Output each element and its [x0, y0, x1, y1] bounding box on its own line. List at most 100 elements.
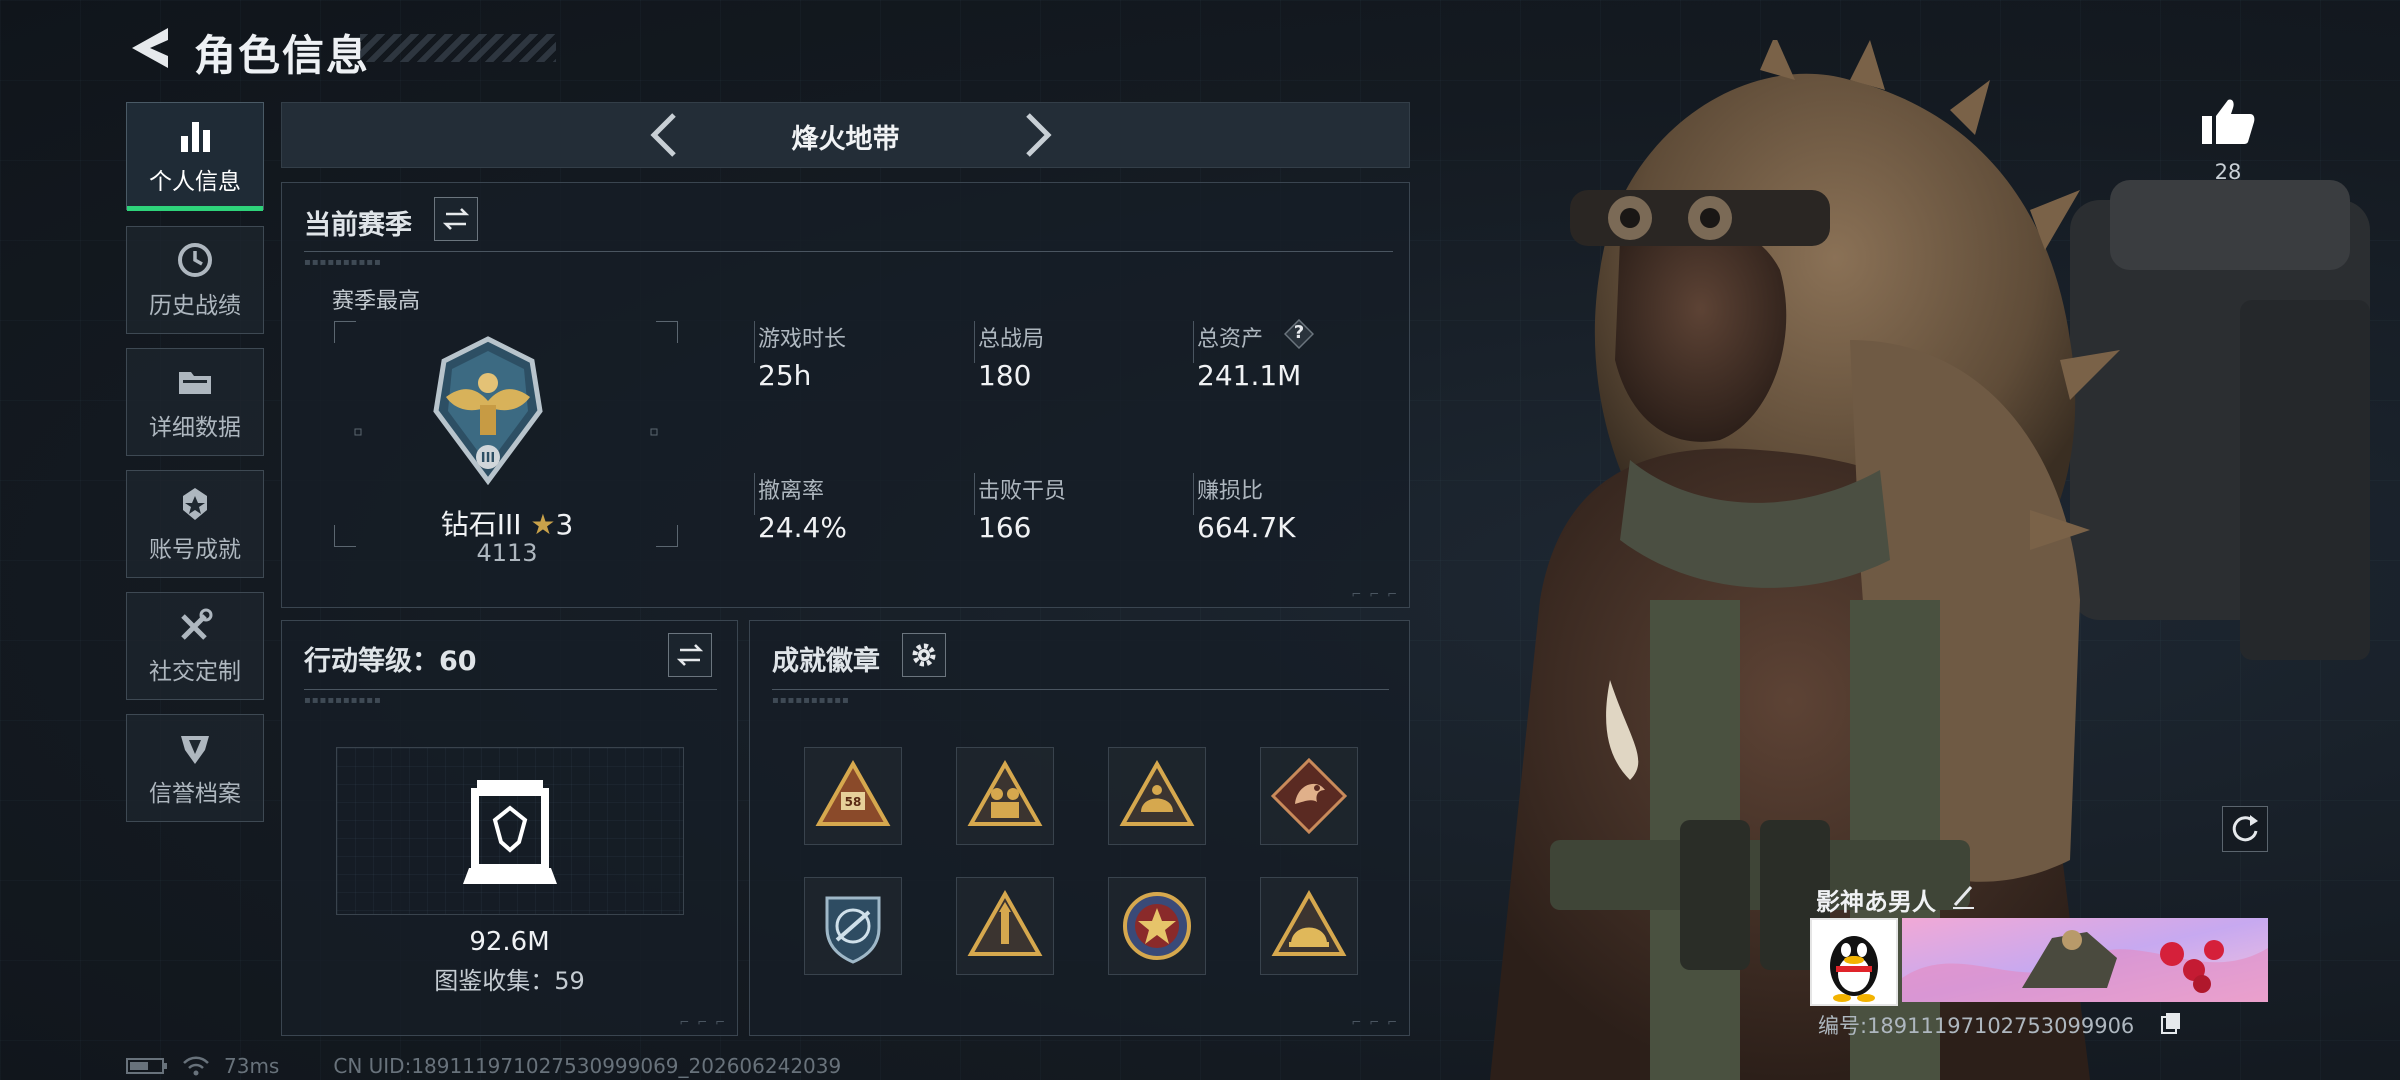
season-switch-button[interactable]: [434, 197, 478, 241]
stat-value: 24.4%: [758, 511, 847, 544]
banner-art-icon: [1902, 918, 2268, 1002]
collection-count: 图鉴收集：59: [434, 967, 585, 995]
title-decoration: [360, 34, 556, 62]
sidebar-item-reputation[interactable]: 信誉档案: [126, 714, 264, 822]
bar-chart-icon: [181, 122, 210, 152]
achievement-badge[interactable]: [956, 747, 1054, 845]
rotate-model-button[interactable]: [2222, 806, 2268, 852]
wrench-tools-icon: [181, 608, 213, 640]
stat-label: 撤离率: [758, 479, 825, 504]
like-count: 28: [2214, 160, 2242, 184]
achievement-badge[interactable]: [1260, 877, 1358, 975]
sidebar-item-detailed-data[interactable]: 详细数据: [126, 348, 264, 456]
badge-settings-button[interactable]: [902, 633, 946, 677]
ping-value: 73ms: [224, 1054, 280, 1078]
rank-name: 钻石III: [440, 508, 522, 541]
page-title: 角色信息: [194, 31, 371, 80]
collection-showcase-icon: [463, 780, 557, 884]
season-panel: 当前赛季 ▪▪▪▪▪▪▪▪▪▪ 赛季最高 III 钻石III ★3 4113 游…: [281, 182, 1410, 608]
sidebar-item-label: 个人信息: [149, 169, 241, 195]
edit-pencil-icon[interactable]: [1950, 882, 1976, 910]
helmet-badge-icon: [1119, 759, 1195, 826]
decorative-text: ▪▪▪▪▪▪▪▪▪▪: [772, 695, 850, 706]
wifi-icon: [183, 1056, 209, 1076]
sidebar-item-personal-info[interactable]: 个人信息: [126, 102, 264, 211]
season-best-label: 赛季最高: [332, 289, 421, 314]
corner-decoration: ⌐ ⌐ ⌐: [1351, 587, 1399, 601]
medal-icon: [183, 488, 207, 520]
status-footer: 73ms CN UID:18911197102753099906​9_20260…: [126, 1054, 841, 1078]
divider: [772, 689, 1389, 690]
player-name: 影神あ男人: [1816, 888, 1936, 916]
diamond-rank-emblem-icon: III: [433, 336, 543, 485]
stat-value: 166: [978, 511, 1032, 544]
uid-text: CN UID:18911197102753099906​9_2026062420…: [333, 1054, 842, 1078]
divider: [754, 321, 755, 363]
sidebar-item-history[interactable]: 历史战绩: [126, 226, 264, 334]
mode-selector: 烽火地带: [281, 102, 1410, 168]
swap-arrows-icon: [676, 644, 704, 666]
achievement-badge[interactable]: [1260, 747, 1358, 845]
svg-text:III: III: [481, 451, 496, 466]
stat-label: 赚损比: [1197, 479, 1264, 504]
divider: [754, 473, 755, 515]
sidebar-item-label: 详细数据: [149, 415, 241, 441]
stat-value: 664.7K: [1197, 511, 1296, 544]
total-assets-help-icon[interactable]: ?: [1283, 318, 1315, 350]
back-arrow-icon[interactable]: [128, 24, 172, 72]
rank-star-icon: ★: [530, 508, 556, 541]
stat-label: 总战局: [978, 327, 1045, 352]
thumbs-up-icon[interactable]: [2200, 96, 2256, 146]
swap-arrows-icon: [442, 208, 470, 230]
qq-penguin-icon: [1830, 936, 1878, 1002]
level-title: 行动等级：60: [304, 646, 477, 677]
profile-banner[interactable]: [1902, 918, 2268, 1002]
shield-weapon-badge-icon: [825, 896, 881, 964]
help-mark: ?: [1293, 322, 1305, 343]
achievement-badge[interactable]: [1108, 747, 1206, 845]
divider: [304, 689, 717, 690]
sidebar-item-label: 账号成就: [149, 537, 241, 563]
collection-display-frame[interactable]: [336, 747, 684, 915]
level-switch-button[interactable]: [668, 633, 712, 677]
achievement-badges-panel: 成就徽章 ▪▪▪▪▪▪▪▪▪▪ 58 ⌐ ⌐ ⌐: [749, 620, 1410, 1036]
rocket-badge-icon: [967, 889, 1043, 956]
shield-emblem-icon: [181, 736, 209, 764]
divider: [1193, 321, 1194, 363]
player-id: 编号:18911197102753099906: [1818, 1014, 2135, 1038]
sidebar-item-social-custom[interactable]: 社交定制: [126, 592, 264, 700]
stat-value: 25h: [758, 359, 812, 392]
stat-value: 241.1M: [1197, 359, 1302, 392]
helmet-gold-badge-icon: [1271, 889, 1347, 956]
stat-value: 180: [978, 359, 1032, 392]
operation-level-panel: 行动等级：60 ▪▪▪▪▪▪▪▪▪▪ 92.6M 图鉴收集：59 ⌐ ⌐ ⌐: [281, 620, 738, 1036]
corner-decoration: ⌐ ⌐ ⌐: [1351, 1015, 1399, 1029]
achievement-badge[interactable]: [956, 877, 1054, 975]
achievement-badge[interactable]: 58: [804, 747, 902, 845]
copy-icon[interactable]: [2160, 1011, 2182, 1035]
divider: [974, 321, 975, 363]
star-medal-badge-icon: [1123, 892, 1191, 960]
next-mode-arrow-icon[interactable]: [1012, 109, 1062, 161]
corner-decoration: ⌐ ⌐ ⌐: [679, 1015, 727, 1029]
divider: [1193, 473, 1194, 515]
mode-title: 烽火地带: [791, 124, 900, 155]
stat-label: 游戏时长: [758, 327, 847, 352]
dragon-badge-icon: [1270, 757, 1348, 835]
rank-score: 4113: [476, 539, 538, 567]
divider: [304, 251, 1393, 252]
qq-avatar[interactable]: [1810, 918, 1898, 1006]
decorative-text: ▪▪▪▪▪▪▪▪▪▪: [304, 257, 382, 268]
achievement-badge[interactable]: [1108, 877, 1206, 975]
refresh-icon: [2232, 815, 2258, 842]
rank-line: 钻石III ★3: [282, 503, 732, 543]
stat-label: 总资产: [1197, 327, 1264, 352]
divider: [974, 473, 975, 515]
collection-value: 92.6M: [469, 927, 550, 957]
folder-icon: [179, 372, 211, 394]
season-title: 当前赛季: [304, 210, 412, 241]
rank-58-badge-icon: 58: [815, 759, 891, 826]
achievement-badge[interactable]: [804, 877, 902, 975]
sidebar-item-achievements[interactable]: 账号成就: [126, 470, 264, 578]
decorative-text: ▪▪▪▪▪▪▪▪▪▪: [304, 695, 382, 706]
